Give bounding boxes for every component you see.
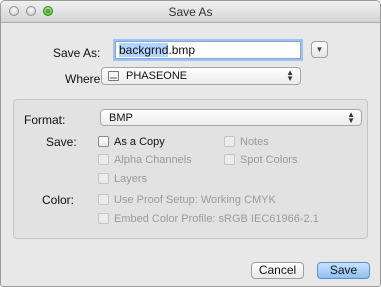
embed-color-profile-checkbox[interactable]: Embed Color Profile: sRGB IEC61966-2.1 xyxy=(98,212,319,226)
filename-selected-text: backgrnd xyxy=(119,43,169,57)
filename-extension: .bmp xyxy=(168,43,196,57)
format-label: Format: xyxy=(24,113,66,127)
format-value: BMP xyxy=(109,112,133,124)
where-location-popup[interactable]: PHASEONE ▲ ▼ xyxy=(101,67,301,85)
use-proof-setup-label: Use Proof Setup: Working CMYK xyxy=(114,194,276,206)
spot-colors-checkbox[interactable]: Spot Colors xyxy=(224,153,297,167)
layers-label: Layers xyxy=(114,173,148,185)
save-button[interactable]: Save xyxy=(317,262,370,279)
as-a-copy-checkbox[interactable]: As a Copy xyxy=(98,135,165,149)
save-as-label: Save As: xyxy=(53,46,101,60)
title-bar[interactable]: Save As xyxy=(1,1,380,23)
cancel-button[interactable]: Cancel xyxy=(251,262,304,279)
checkbox-box xyxy=(98,173,109,184)
filename-input[interactable]: backgrnd.bmp xyxy=(115,41,301,59)
color-options-label: Color: xyxy=(42,193,75,207)
checkbox-box xyxy=(224,154,235,165)
alpha-channels-label: Alpha Channels xyxy=(114,154,192,166)
checkbox-box xyxy=(98,154,109,165)
checkbox-box xyxy=(98,213,109,224)
use-proof-setup-checkbox[interactable]: Use Proof Setup: Working CMYK xyxy=(98,193,276,207)
checkbox-box xyxy=(98,136,109,147)
save-options-label: Save: xyxy=(46,135,77,149)
spot-colors-label: Spot Colors xyxy=(240,154,298,166)
save-as-dialog: Save As Save As: backgrnd.bmp ▼ Where: P… xyxy=(0,0,381,287)
window-title: Save As xyxy=(168,5,213,19)
hard-disk-icon xyxy=(108,71,119,81)
alpha-channels-checkbox[interactable]: Alpha Channels xyxy=(98,153,192,167)
up-down-arrows-icon: ▲ ▼ xyxy=(347,110,355,125)
notes-checkbox[interactable]: Notes xyxy=(224,135,269,149)
where-location-value: PHASEONE xyxy=(126,70,188,82)
checkbox-box xyxy=(224,136,235,147)
expand-dialog-button[interactable]: ▼ xyxy=(311,41,328,58)
checkbox-box xyxy=(98,194,109,205)
chevron-down-icon: ▼ xyxy=(315,45,324,54)
notes-label: Notes xyxy=(240,136,269,148)
up-down-arrows-icon: ▲ ▼ xyxy=(286,68,294,83)
layers-checkbox[interactable]: Layers xyxy=(98,172,147,186)
as-a-copy-label: As a Copy xyxy=(114,136,165,148)
where-label: Where: xyxy=(65,72,104,86)
format-popup[interactable]: BMP ▲ ▼ xyxy=(100,109,362,126)
embed-color-profile-label: Embed Color Profile: sRGB IEC61966-2.1 xyxy=(114,213,319,225)
